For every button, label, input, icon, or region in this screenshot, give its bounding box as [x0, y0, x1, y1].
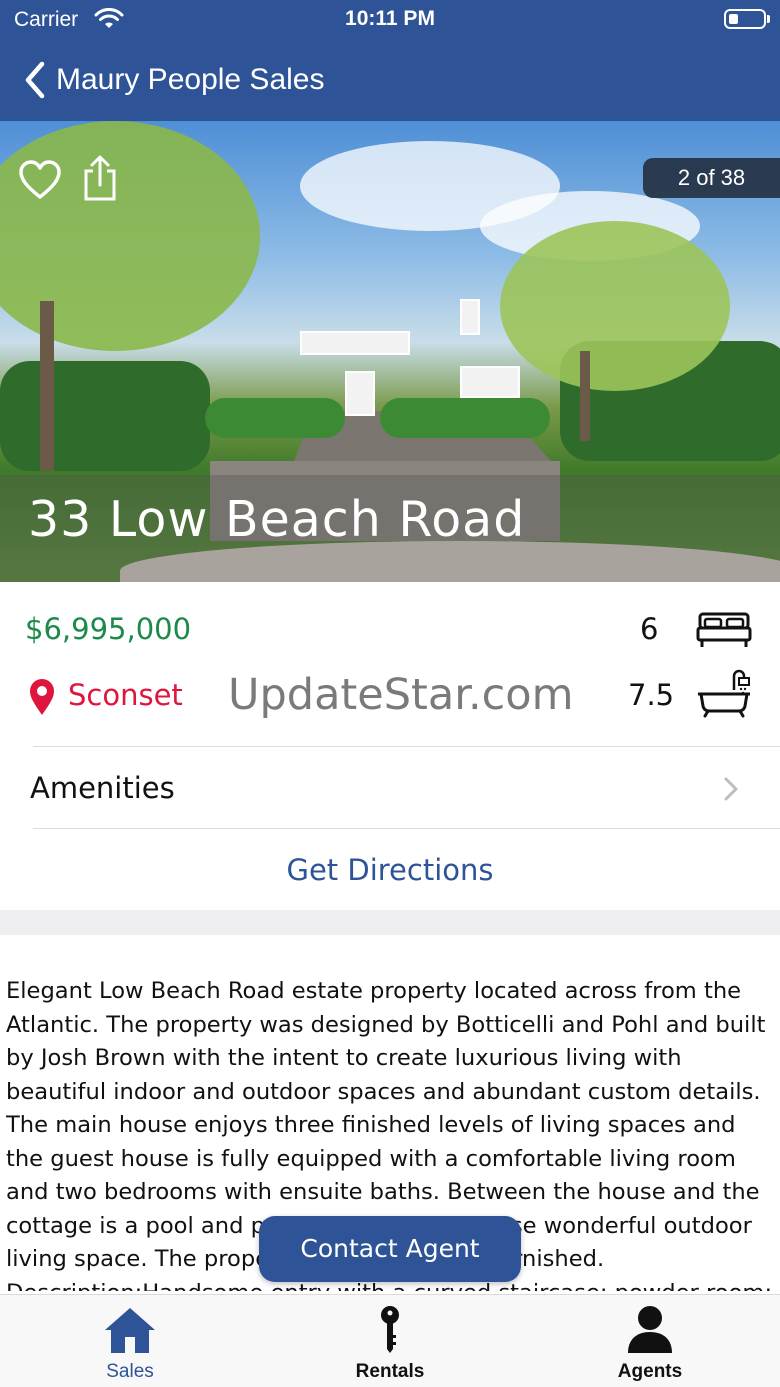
- property-address: 33 Low Beach Road: [28, 491, 526, 548]
- house-icon: [105, 1308, 155, 1353]
- battery-icon: [724, 9, 766, 29]
- bedrooms-count: 6: [640, 612, 659, 646]
- contact-agent-button[interactable]: Contact Agent: [259, 1216, 521, 1282]
- tab-label: Rentals: [355, 1361, 425, 1382]
- amenities-row[interactable]: Amenities: [0, 747, 780, 829]
- shrub: [380, 398, 550, 438]
- nav-title: Maury People Sales: [56, 63, 325, 96]
- tab-sales[interactable]: Sales: [40, 1295, 220, 1387]
- section-separator: [0, 910, 780, 935]
- tree-trunk: [40, 301, 54, 471]
- property-photo[interactable]: 2 of 38 33 Low Beach Road: [0, 121, 780, 582]
- tab-label: Sales: [106, 1361, 154, 1382]
- watermark: UpdateStar.com: [228, 670, 574, 720]
- house-window: [460, 299, 480, 335]
- status-bar: Carrier 10:11 PM: [0, 0, 780, 40]
- house-balcony: [300, 331, 410, 355]
- person-icon: [628, 1306, 672, 1353]
- house-window: [460, 366, 520, 398]
- tab-bar: Sales Rentals Agents: [0, 1294, 780, 1387]
- app-header: Carrier 10:11 PM Maury People Sales: [0, 0, 780, 121]
- bathtub-icon: [698, 669, 750, 718]
- photo-counter: 2 of 38: [643, 158, 780, 198]
- get-directions-button[interactable]: Get Directions: [0, 830, 780, 910]
- tab-agents[interactable]: Agents: [560, 1295, 740, 1387]
- nav-bar: Maury People Sales: [0, 50, 780, 110]
- chevron-left-icon: [25, 61, 45, 99]
- bed-icon: [696, 612, 752, 647]
- tree-trunk: [580, 351, 590, 441]
- key-icon: [381, 1306, 399, 1353]
- tab-label: Agents: [617, 1361, 683, 1382]
- divider: [33, 828, 780, 829]
- back-button[interactable]: Maury People Sales: [20, 56, 324, 104]
- shrub: [205, 398, 345, 438]
- location-name[interactable]: Sconset: [68, 678, 183, 712]
- amenities-label: Amenities: [30, 771, 175, 805]
- tree: [500, 221, 730, 391]
- chevron-right-icon: [724, 777, 738, 801]
- hedge: [0, 361, 210, 471]
- price: $6,995,000: [25, 612, 192, 646]
- bathrooms-count: 7.5: [628, 678, 675, 712]
- tree: [0, 121, 260, 351]
- tab-rentals[interactable]: Rentals: [300, 1295, 480, 1387]
- house-door: [345, 371, 375, 416]
- status-time: 10:11 PM: [345, 7, 435, 30]
- map-pin-icon: [30, 679, 54, 715]
- battery-cap: [767, 15, 770, 23]
- share-icon[interactable]: [80, 155, 120, 203]
- heart-icon[interactable]: [18, 159, 62, 203]
